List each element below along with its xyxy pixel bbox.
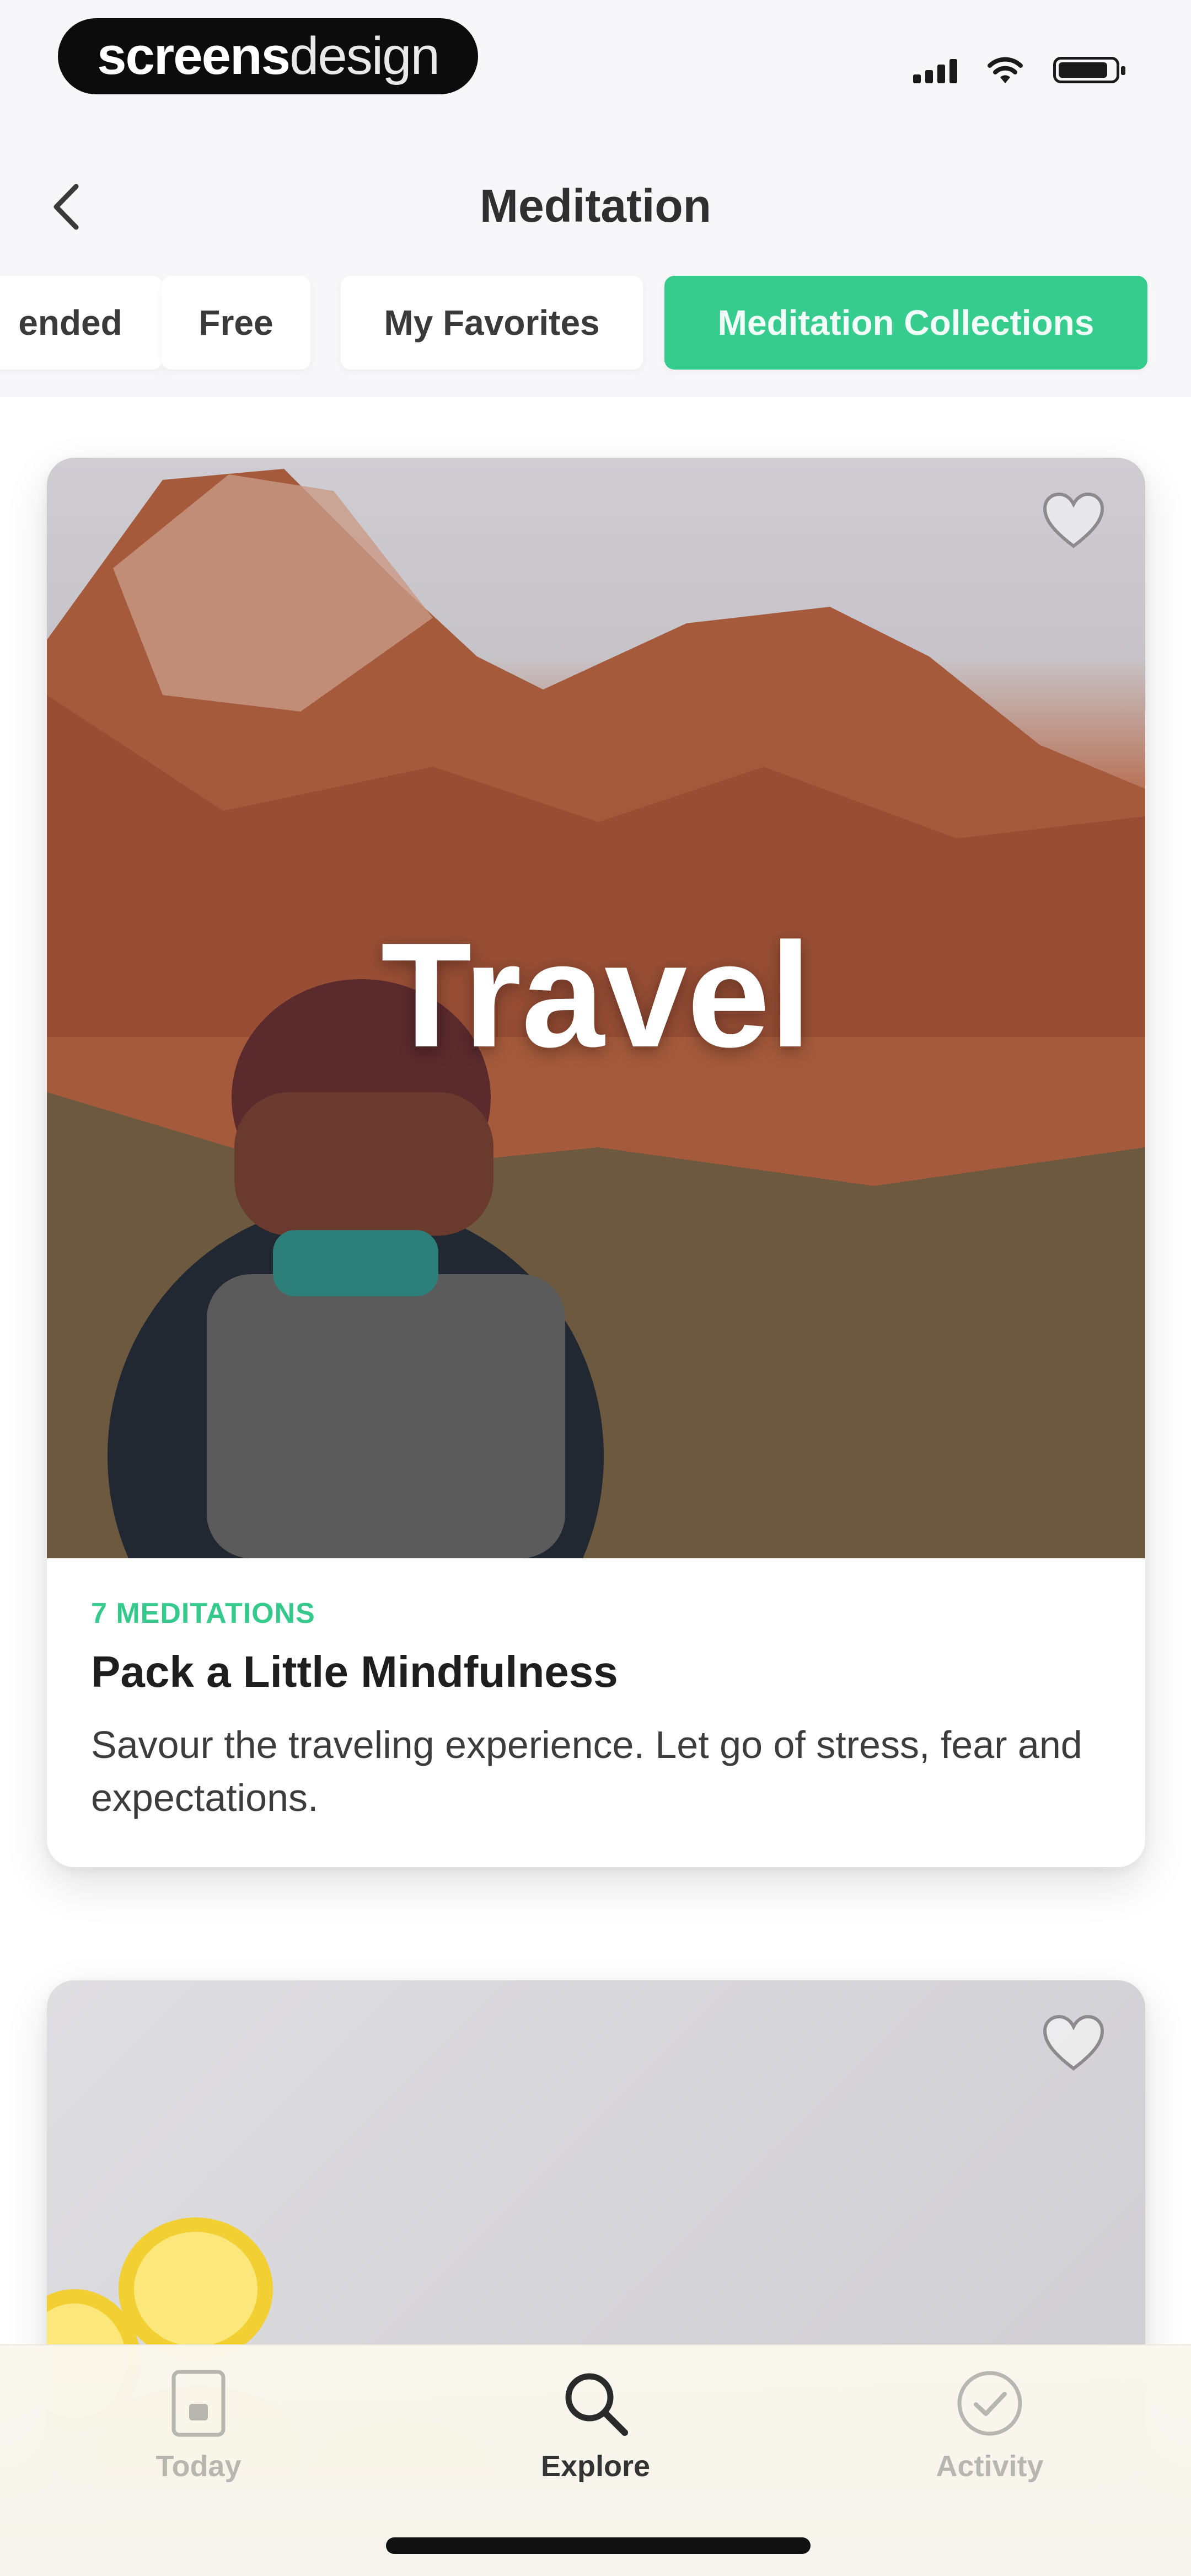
- card-body: 7 MEDITATIONS Pack a Little Mindfulness …: [47, 1558, 1145, 1824]
- wifi-icon: [988, 57, 1023, 83]
- navigation-bar: Meditation: [0, 138, 1191, 276]
- home-indicator: [386, 2537, 811, 2554]
- heart-icon: [1043, 492, 1104, 548]
- check-circle-icon: [957, 2371, 1022, 2436]
- battery-icon: [1053, 57, 1125, 83]
- tab-bar-label: Activity: [936, 2450, 1044, 2483]
- tab-recommended[interactable]: ended: [0, 276, 163, 370]
- cellular-signal-icon: [913, 57, 957, 83]
- page-title: Meditation: [480, 180, 711, 232]
- meditation-count: 7 MEDITATIONS: [91, 1597, 315, 1629]
- brand-logo-bold: screens: [97, 26, 291, 85]
- brand-logo: screens design: [58, 18, 478, 94]
- tab-bar-label: Explore: [540, 2450, 651, 2483]
- status-icons: [913, 51, 1125, 89]
- tab-bar-today[interactable]: Today: [88, 2367, 309, 2511]
- tab-bar-label: Today: [155, 2450, 242, 2483]
- card-title: Pack a Little Mindfulness: [91, 1647, 618, 1696]
- today-icon: [171, 2370, 226, 2437]
- collection-image-title: Travel: [380, 912, 812, 1078]
- category-tabs: ended Free My Favorites Meditation Colle…: [0, 276, 1191, 403]
- card-description: Savour the traveling experience. Let go …: [91, 1723, 1082, 1819]
- tab-free[interactable]: Free: [162, 276, 310, 370]
- status-bar: screens design: [0, 0, 1191, 116]
- brand-logo-light: design: [289, 26, 440, 85]
- collection-image: Travel: [47, 458, 1145, 1558]
- heart-icon: [1043, 2014, 1104, 2071]
- tab-my-favorites[interactable]: My Favorites: [341, 276, 643, 370]
- tab-meditation-collections[interactable]: Meditation Collections: [664, 276, 1147, 370]
- tab-bar-activity[interactable]: Activity: [879, 2367, 1100, 2511]
- search-icon: [565, 2373, 628, 2436]
- collection-card[interactable]: Travel 7 MEDITATIONS Pack a Little Mindf…: [47, 458, 1145, 1867]
- favorite-button[interactable]: [1040, 491, 1107, 552]
- favorite-button[interactable]: [1040, 2013, 1107, 2074]
- tab-bar-explore[interactable]: Explore: [485, 2367, 706, 2511]
